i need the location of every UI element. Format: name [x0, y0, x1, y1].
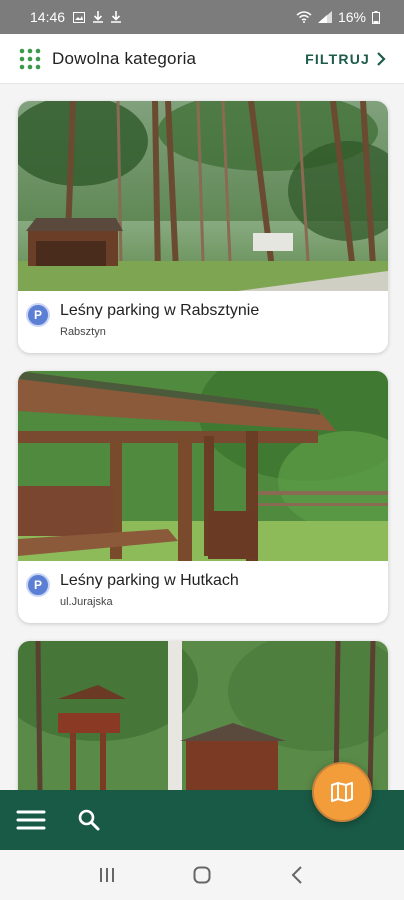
home-button[interactable] [182, 855, 222, 895]
list-item[interactable]: P Leśny parking w Rabsztynie Rabsztyn [18, 101, 388, 353]
recent-apps-icon [98, 867, 116, 883]
map-button[interactable] [312, 762, 372, 822]
download-icon [93, 11, 104, 23]
status-bar: 14:46 16% [0, 0, 404, 34]
app-header: Dowolna kategoria FILTRUJ [0, 34, 404, 84]
recent-apps-button[interactable] [87, 855, 127, 895]
parking-icon: P [26, 303, 50, 327]
image-icon [73, 11, 86, 23]
place-photo [18, 371, 388, 561]
filter-button[interactable]: FILTRUJ [305, 51, 386, 67]
battery-icon [372, 10, 380, 24]
list-item[interactable]: P Leśny parking w Hutkach ul.Jurajska [18, 371, 388, 623]
signal-icon [317, 11, 332, 23]
category-selector[interactable]: Dowolna kategoria [52, 49, 196, 69]
place-location: Rabsztyn [60, 326, 106, 338]
status-time: 14:46 [30, 9, 66, 25]
place-photo [18, 101, 388, 291]
grid-icon[interactable] [18, 47, 42, 71]
wifi-icon [296, 11, 312, 23]
place-title: Leśny parking w Hutkach [60, 572, 239, 589]
menu-button[interactable] [14, 803, 48, 837]
search-icon [77, 808, 101, 832]
chevron-right-icon [376, 51, 386, 66]
download-icon [111, 11, 122, 23]
parking-icon: P [26, 573, 50, 597]
battery-level: 16% [337, 9, 366, 25]
back-button[interactable] [277, 855, 317, 895]
back-icon [291, 866, 303, 884]
place-title: Leśny parking w Rabsztynie [60, 302, 260, 319]
search-button[interactable] [72, 803, 106, 837]
system-nav-bar [0, 850, 404, 900]
places-list[interactable]: P Leśny parking w Rabsztynie Rabsztyn P … [0, 84, 404, 790]
place-location: ul.Jurajska [60, 596, 113, 608]
place-info: P Leśny parking w Hutkach ul.Jurajska [18, 561, 388, 623]
home-icon [193, 866, 211, 884]
place-info: P Leśny parking w Rabsztynie Rabsztyn [18, 291, 388, 353]
filter-label: FILTRUJ [305, 50, 370, 67]
menu-icon [16, 809, 46, 831]
map-icon [331, 782, 353, 802]
